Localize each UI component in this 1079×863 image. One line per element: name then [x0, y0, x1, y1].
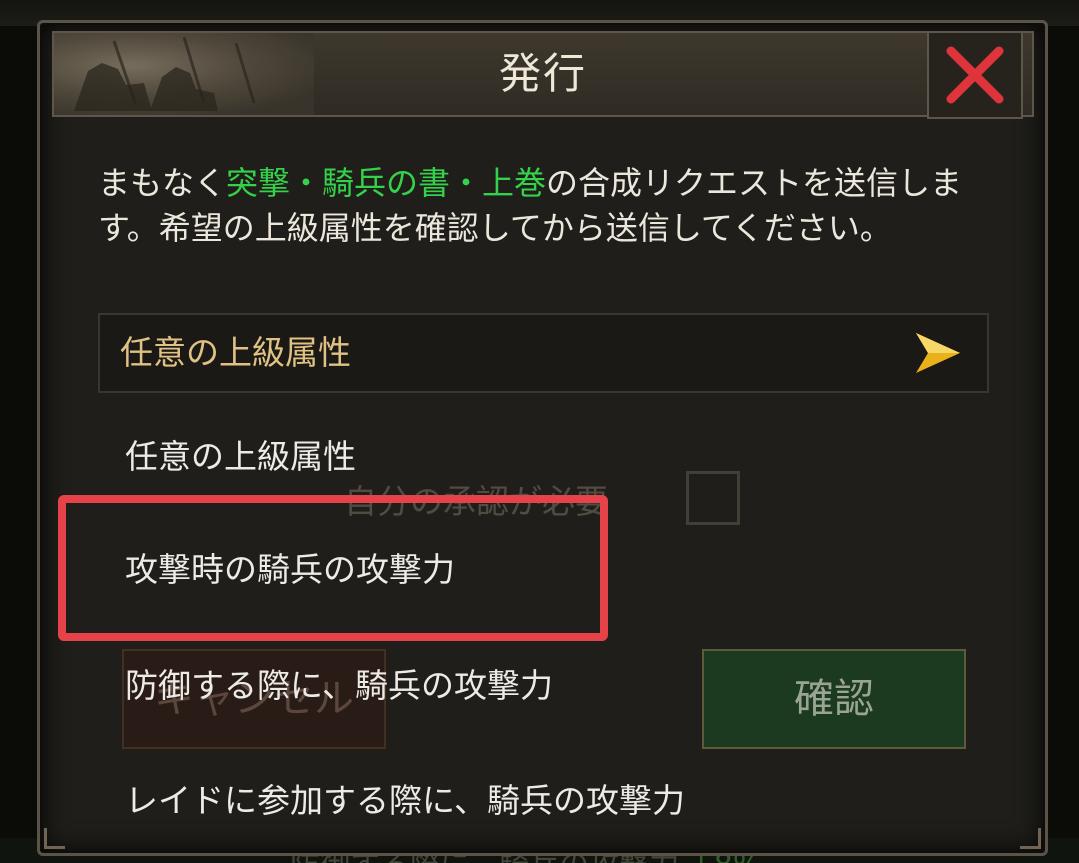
approval-checkbox[interactable]: [686, 471, 740, 525]
message-prefix: まもなく: [98, 164, 227, 202]
chevron-right-icon: [916, 333, 960, 373]
dialog-corner-ornament: [44, 828, 65, 849]
dropdown-option-defense[interactable]: 防御する際に、騎兵の攻撃力: [125, 659, 553, 707]
attribute-dropdown[interactable]: 任意の上級属性: [98, 313, 989, 393]
dialog-corner-ornament: [1020, 828, 1041, 849]
dialog-header: 発行: [52, 31, 1034, 117]
issue-dialog: 発行 まもなく突撃・騎兵の書・上巻の合成リクエストを送信します。希望の上級属性を…: [37, 20, 1048, 856]
annotation-highlight-box: [58, 495, 608, 641]
dialog-message: まもなく突撃・騎兵の書・上巻の合成リクエストを送信します。希望の上級属性を確認し…: [98, 161, 988, 251]
close-icon: [946, 46, 1004, 104]
dialog-title: 発行: [498, 49, 587, 98]
dropdown-selected-label: 任意の上級属性: [120, 333, 351, 372]
dropdown-option-any[interactable]: 任意の上級属性: [125, 430, 356, 478]
confirm-button-label: 確認: [794, 676, 874, 722]
confirm-button[interactable]: 確認: [702, 649, 966, 749]
close-button[interactable]: [927, 31, 1023, 119]
dropdown-option-raid[interactable]: レイドに参加する際に、騎兵の攻撃力: [125, 774, 685, 822]
item-name-highlight: 突撃・騎兵の書・上巻: [226, 164, 547, 202]
